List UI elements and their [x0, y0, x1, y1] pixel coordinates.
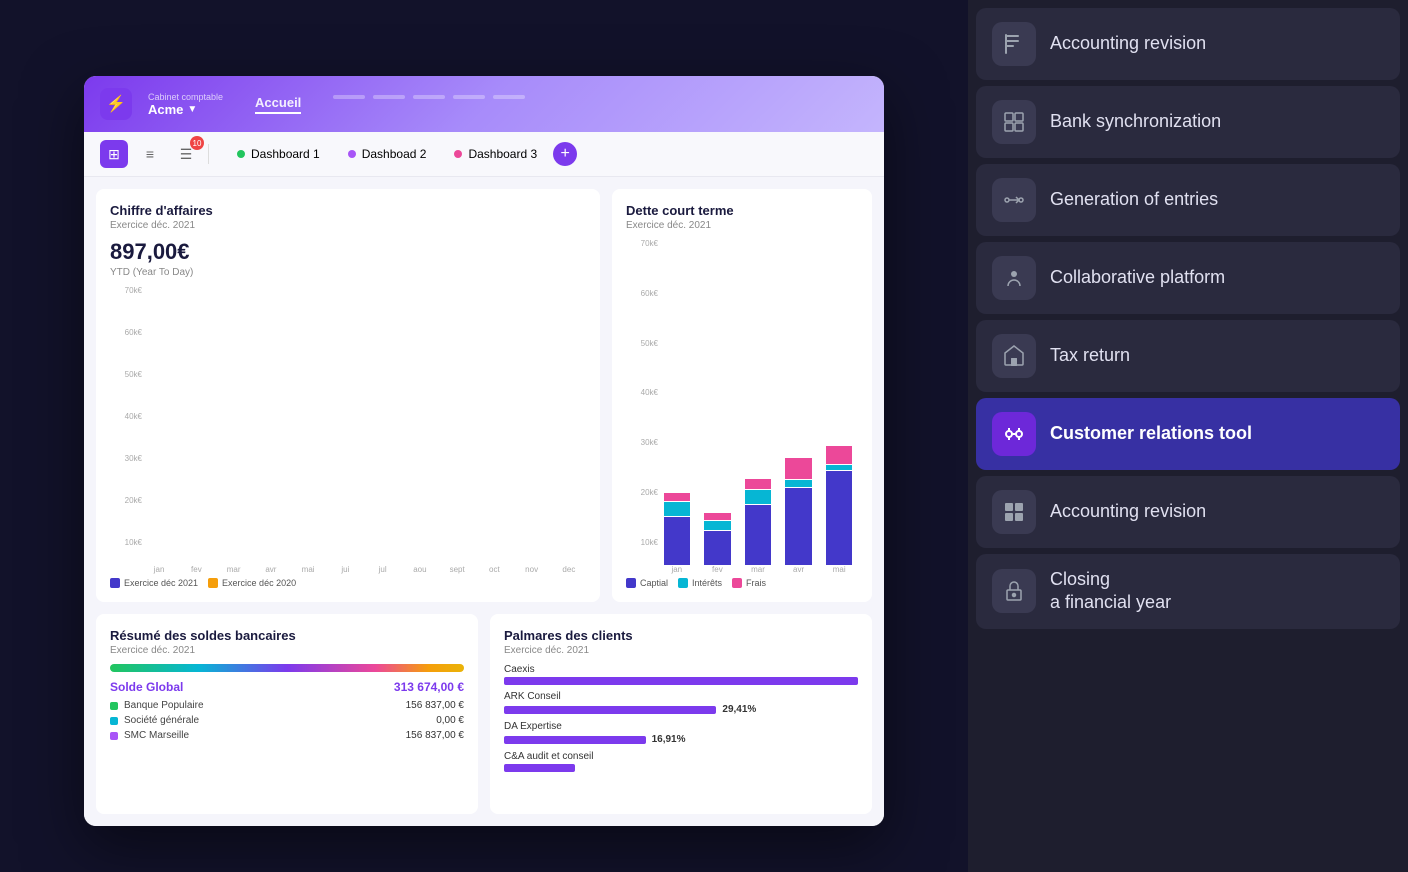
ca-x-labels: janfevmaravrmaijuijulaouseptoctnovdec [110, 565, 586, 574]
sidebar-label-customer: Customer relations tool [1050, 422, 1252, 445]
sidebar-item-collaborative[interactable]: Collaborative platform [976, 242, 1400, 314]
sidebar-label-tax: Tax return [1050, 344, 1130, 367]
balance-subtitle: Exercice déc. 2021 [110, 645, 464, 656]
dashboard-tabs: Dashboard 1 Dashboad 2 Dashboard 3 + [225, 142, 577, 166]
dette-chart: 70k€ 60k€ 50k€ 40k€ 30k€ 20k€ 10k€ [626, 239, 858, 588]
solde-row: Solde Global 313 674,00 € [110, 680, 464, 694]
balance-card: Résumé des soldes bancaires Exercice déc… [96, 614, 478, 814]
accounting-icon-2 [992, 490, 1036, 534]
dette-card: Dette court terme Exercice déc. 2021 70k… [612, 189, 872, 602]
bank-item-1: Société générale 0,00 € [110, 713, 464, 728]
ca-chart: 70k€ 60k€ 50k€ 40k€ 30k€ 20k€ 10k€ [110, 286, 586, 588]
palmares-title: Palmares des clients [504, 628, 858, 643]
table-view-button[interactable]: ☰ 10 [172, 140, 200, 168]
sidebar-label-closing: Closinga financial year [1050, 568, 1171, 615]
ca-title: Chiffre d'affaires [110, 203, 586, 218]
client-da: DA Expertise 16,91% [504, 721, 858, 745]
company-label: Cabinet comptable [148, 92, 223, 102]
clients-list: Caexis ARK Conseil 29,41% [504, 664, 858, 772]
client-caexis: Caexis [504, 664, 858, 685]
dashboard-tab-3[interactable]: Dashboard 3 [442, 142, 549, 166]
nav-dots [333, 95, 525, 114]
sidebar-item-generation[interactable]: Generation of entries [976, 164, 1400, 236]
main-area: ⚡ Cabinet comptable Acme ▼ Accueil [0, 0, 968, 872]
generation-icon [992, 178, 1036, 222]
sidebar-item-tax[interactable]: Tax return [976, 320, 1400, 392]
dette-y-axis: 70k€ 60k€ 50k€ 40k€ 30k€ 20k€ 10k€ [626, 239, 658, 565]
grid-view-button[interactable]: ⊞ [100, 140, 128, 168]
sidebar-label-accounting-1: Accounting revision [1050, 32, 1206, 55]
palmares-subtitle: Exercice déc. 2021 [504, 645, 858, 656]
table-badge: 10 [190, 136, 204, 150]
company-name: Acme ▼ [148, 102, 223, 117]
app-company: Cabinet comptable Acme ▼ [148, 92, 223, 117]
ca-period: YTD (Year To Day) [110, 267, 586, 278]
collaborative-icon [992, 256, 1036, 300]
sidebar-item-accounting-2[interactable]: Accounting revision [976, 476, 1400, 548]
sidebar-label-accounting-2: Accounting revision [1050, 500, 1206, 523]
bank-item-0: Banque Populaire 156 837,00 € [110, 698, 464, 713]
client-ark: ARK Conseil 29,41% [504, 691, 858, 715]
add-dashboard-button[interactable]: + [553, 142, 577, 166]
dette-subtitle: Exercice déc. 2021 [626, 220, 858, 231]
nav-tab-accueil[interactable]: Accueil [255, 95, 301, 114]
dash-dot-1 [237, 150, 245, 158]
sidebar-item-bank-sync[interactable]: Bank synchronization [976, 86, 1400, 158]
sidebar-item-closing[interactable]: Closinga financial year [976, 554, 1400, 629]
dette-x-labels: janfevmaravrmai [626, 565, 858, 574]
dette-title: Dette court terme [626, 203, 858, 218]
sidebar-item-customer[interactable]: Customer relations tool [976, 398, 1400, 470]
customer-icon [992, 412, 1036, 456]
right-sidebar: Accounting revision Bank synchronization… [968, 0, 1408, 872]
dette-legend: Captial Intérêts Frais [626, 578, 858, 588]
dashboard-tab-1-label: Dashboard 1 [251, 147, 320, 161]
dashboard-tab-3-label: Dashboard 3 [468, 147, 537, 161]
palmares-card: Palmares des clients Exercice déc. 2021 … [490, 614, 872, 814]
ca-subtitle: Exercice déc. 2021 [110, 220, 586, 231]
list-view-button[interactable]: ≡ [136, 140, 164, 168]
sidebar-label-generation: Generation of entries [1050, 188, 1218, 211]
ca-value: 897,00€ [110, 239, 586, 265]
bank-item-2: SMC Marseille 156 837,00 € [110, 728, 464, 743]
sidebar-label-collaborative: Collaborative platform [1050, 266, 1225, 289]
solde-value: 313 674,00 € [394, 680, 464, 694]
top-charts-row: Chiffre d'affaires Exercice déc. 2021 89… [96, 189, 872, 602]
sidebar-label-bank-sync: Bank synchronization [1050, 110, 1221, 133]
app-logo: ⚡ [100, 88, 132, 120]
accounting-icon-1 [992, 22, 1036, 66]
ca-y-axis: 70k€ 60k€ 50k€ 40k€ 30k€ 20k€ 10k€ [110, 286, 142, 565]
closing-icon [992, 569, 1036, 613]
dette-bars [658, 239, 858, 565]
color-bar [110, 664, 464, 672]
content-area: Chiffre d'affaires Exercice déc. 2021 89… [84, 177, 884, 826]
tax-icon [992, 334, 1036, 378]
balance-title: Résumé des soldes bancaires [110, 628, 464, 643]
dashboard-tab-2[interactable]: Dashboad 2 [336, 142, 439, 166]
ca-legend: Exercice déc 2021 Exercice déc 2020 [110, 578, 586, 588]
ca-bars [142, 286, 586, 565]
sidebar-item-accounting-1[interactable]: Accounting revision [976, 8, 1400, 80]
app-header: ⚡ Cabinet comptable Acme ▼ Accueil [84, 76, 884, 132]
dashboard-tab-2-label: Dashboad 2 [362, 147, 427, 161]
toolbar: ⊞ ≡ ☰ 10 Dashboard 1 Dashboad 2 Dashboar… [84, 132, 884, 177]
dashboard-tab-1[interactable]: Dashboard 1 [225, 142, 332, 166]
app-window: ⚡ Cabinet comptable Acme ▼ Accueil [84, 76, 884, 826]
toolbar-divider [208, 144, 209, 164]
dash-dot-2 [348, 150, 356, 158]
client-caa: C&A audit et conseil [504, 751, 858, 772]
bank-sync-icon [992, 100, 1036, 144]
chiffre-affaires-card: Chiffre d'affaires Exercice déc. 2021 89… [96, 189, 600, 602]
solde-label: Solde Global [110, 680, 183, 694]
dash-dot-3 [454, 150, 462, 158]
nav-tabs: Accueil [255, 95, 525, 114]
bottom-row: Résumé des soldes bancaires Exercice déc… [96, 614, 872, 814]
